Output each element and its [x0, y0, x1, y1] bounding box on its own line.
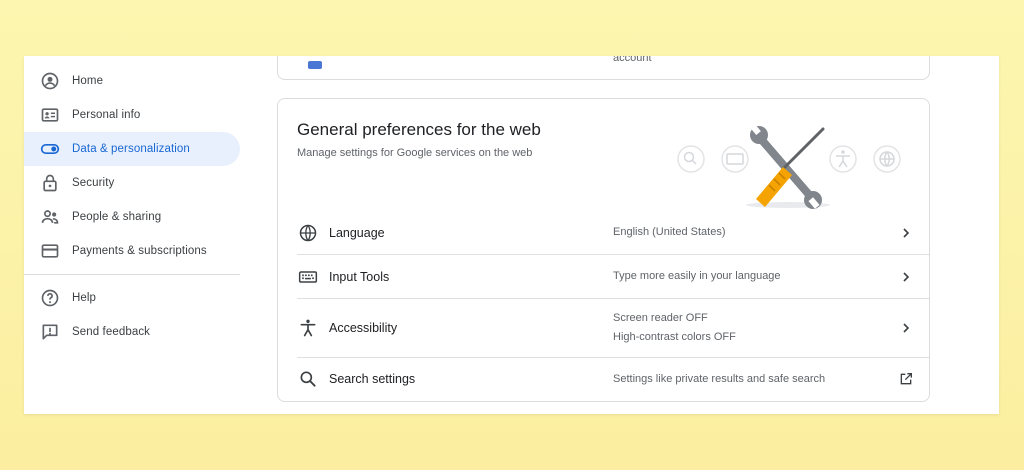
row-label: Accessibility: [329, 321, 398, 335]
sidebar-item-label: Home: [72, 75, 104, 87]
id-card-icon: [40, 105, 60, 125]
open-in-new-icon[interactable]: [897, 370, 915, 388]
row-label: Input Tools: [329, 269, 390, 284]
sidebar-item-security[interactable]: Security: [24, 166, 240, 200]
sidebar-item-personal-info[interactable]: Personal info: [24, 98, 240, 132]
row-value: Type more easily in your language: [613, 270, 781, 282]
row-label: Language: [329, 225, 385, 240]
lock-icon: [40, 173, 60, 193]
sidebar-divider: [24, 274, 240, 275]
general-preferences-card: General preferences for the web Manage s…: [277, 98, 930, 402]
chevron-right-icon[interactable]: [897, 224, 915, 242]
help-icon: [40, 288, 60, 308]
search-icon: [297, 368, 319, 390]
sidebar-item-label: Personal info: [72, 109, 141, 121]
sidebar-item-label: Payments & subscriptions: [72, 245, 207, 257]
sidebar-item-data-personalization[interactable]: Data & personalization: [24, 132, 240, 166]
toggle-icon: [40, 139, 60, 159]
faded-keyboard-icon: [721, 145, 749, 173]
account-circle-icon: [40, 71, 60, 91]
sidebar-item-label: Data & personalization: [72, 143, 190, 155]
tools-illustration: [677, 124, 901, 209]
accessibility-row[interactable]: Accessibility Screen reader OFF High-con…: [297, 299, 929, 358]
sidebar-item-label: Help: [72, 292, 97, 304]
row-value: Settings like private results and safe s…: [613, 372, 826, 385]
chevron-right-icon[interactable]: [897, 319, 915, 337]
sidebar-item-label: Security: [72, 177, 115, 189]
sidebar-item-help[interactable]: Help: [24, 281, 240, 315]
globe-icon: [297, 222, 319, 244]
card-title: General preferences for the web: [297, 120, 541, 139]
sidebar-item-payments-subscriptions[interactable]: Payments & subscriptions: [24, 234, 240, 268]
search-settings-row[interactable]: Search settings Settings like private re…: [297, 358, 929, 400]
previous-card-text: account: [613, 56, 652, 64]
people-icon: [40, 207, 60, 227]
feedback-icon: [40, 322, 60, 342]
sidebar-item-home[interactable]: Home: [24, 64, 240, 98]
sidebar-item-send-feedback[interactable]: Send feedback: [24, 315, 240, 349]
row-label: Search settings: [329, 372, 416, 386]
previous-settings-card: account: [277, 56, 930, 80]
screen-reader-status: Screen reader OFF: [613, 312, 708, 324]
account-settings-window: Home Personal info Data & personalizatio…: [24, 56, 999, 414]
high-contrast-status: High-contrast colors OFF: [613, 331, 736, 343]
chevron-right-icon[interactable]: [897, 268, 915, 286]
keyboard-icon: [297, 266, 319, 288]
credit-card-icon: [40, 241, 60, 261]
sidebar-item-label: People & sharing: [72, 211, 162, 223]
row-value: English (United States): [613, 226, 726, 238]
accessibility-icon: [297, 317, 319, 339]
faded-search-icon: [677, 145, 705, 173]
card-toggle-icon: [308, 61, 322, 69]
input-tools-row[interactable]: Input Tools Type more easily in your lan…: [297, 255, 929, 299]
card-subtitle: Manage settings for Google services on t…: [297, 147, 533, 159]
sidebar-item-label: Send feedback: [72, 326, 151, 338]
row-value-group: Screen reader OFF High-contrast colors O…: [613, 309, 893, 347]
sidebar-nav: Home Personal info Data & personalizatio…: [24, 64, 240, 349]
sidebar-item-people-sharing[interactable]: People & sharing: [24, 200, 240, 234]
language-row[interactable]: Language English (United States): [297, 211, 929, 255]
